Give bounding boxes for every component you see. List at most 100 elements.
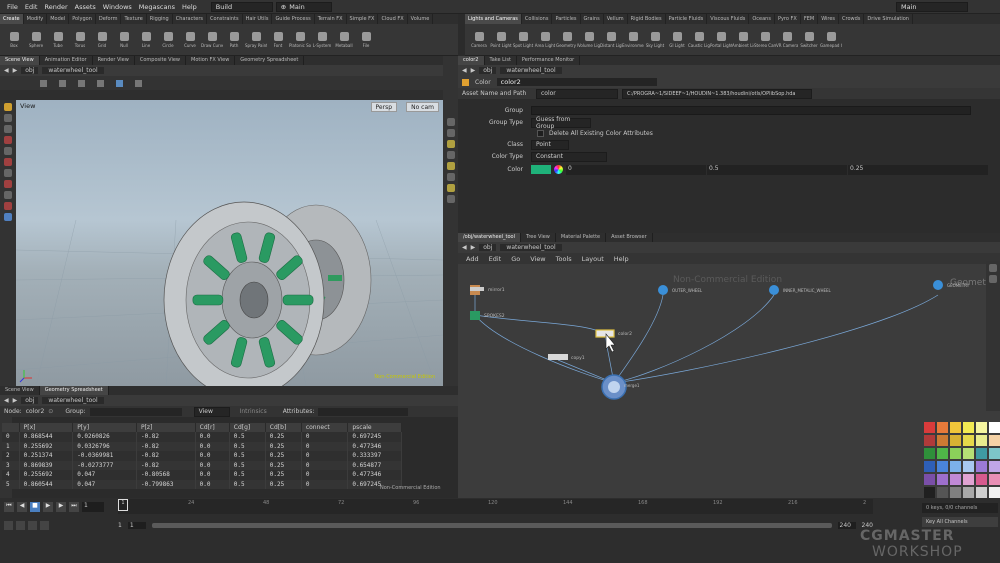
shelf-tab-3[interactable]: Polygon [69,14,96,24]
viewport-tab-2[interactable]: Render View [93,56,135,65]
shelf-tab-4[interactable]: Deform [96,14,122,24]
palette-swatch[interactable] [924,448,935,459]
global-anim-icon[interactable] [40,521,49,530]
shelf-tool-4[interactable]: Geometry Light [556,32,578,48]
toolbar-icon-3[interactable] [78,79,85,87]
palette-swatch[interactable] [976,474,987,485]
palette-swatch[interactable] [937,474,948,485]
viewport-tab-4[interactable]: Motion FX View [186,56,236,65]
color-type-menu[interactable]: Constant [531,151,607,162]
palette-swatch[interactable] [963,474,974,485]
tab-material-palette[interactable]: Material Palette [556,233,607,242]
net-menu-view[interactable]: View [530,255,545,263]
view-tool-icon[interactable] [4,169,12,177]
shelf-tool-15[interactable]: Metaball [333,32,355,48]
menu-edit[interactable]: Edit [25,3,38,11]
tab-scene-view[interactable]: Scene View [0,386,40,395]
play-icon[interactable]: ▶ [43,502,53,512]
forward-icon[interactable]: ▶ [471,67,476,74]
shelf-tool-8[interactable]: Curve [179,32,201,48]
menu-assets[interactable]: Assets [75,3,96,11]
step-back-icon[interactable]: ◀ [17,502,27,512]
shelf-tab-9[interactable]: Hair Utils [243,14,273,24]
palette-swatch[interactable] [989,487,1000,498]
shelf-tab-12[interactable]: Crowds [839,14,865,24]
obj-path[interactable]: obj [21,67,39,74]
toolbar-icon-5[interactable] [116,79,123,87]
obj-path[interactable]: obj [21,397,39,404]
palette-swatch[interactable] [963,461,974,472]
shelf-tool-7[interactable]: Circle [157,32,179,48]
table-row[interactable]: 5 0.860544 0.047 -0.799863 0.0 0.5 0.25 0 0.6972… [2,479,402,489]
column-header[interactable]: Cd[r] [195,423,230,432]
loop-icon[interactable] [28,521,37,530]
palette-swatch[interactable] [989,461,1000,472]
handle-tool-icon[interactable] [4,147,12,155]
shelf-tool-12[interactable]: Ambient Light [732,32,754,48]
shelf-tab-13[interactable]: Drive Simulation [864,14,913,24]
shelf-tool-0[interactable]: Camera [468,32,490,48]
back-icon[interactable]: ◀ [4,67,9,74]
palette-swatch[interactable] [924,435,935,446]
node-outer-wheel[interactable]: OUTER_WHEEL [658,285,703,295]
shelf-tool-2[interactable]: Tube [47,32,69,48]
palette-swatch[interactable] [989,422,1000,433]
table-row[interactable]: 3 0.869839 -0.0273777 -0.82 0.0 0.5 0.25 0 0.654… [2,460,402,470]
net-menu-go[interactable]: Go [511,255,520,263]
display-option-icon-7[interactable] [446,184,455,192]
toolbar-icon-1[interactable] [40,79,47,87]
palette-swatch[interactable] [989,474,1000,485]
shelf-tool-12[interactable]: Font [267,32,289,48]
shelf-tool-1[interactable]: Point Light [490,32,512,48]
shelf-tool-7[interactable]: Environment Light [622,32,644,48]
display-option-icon-6[interactable] [446,173,455,181]
color-g-field[interactable]: 0.5 [707,164,847,175]
color-palette[interactable] [923,421,1000,498]
shelf-tool-16[interactable]: File [355,32,377,48]
shelf-tool-6[interactable]: Line [135,32,157,48]
display-option-icon-4[interactable] [446,151,455,159]
menu-render[interactable]: Render [44,3,67,11]
table-row[interactable]: 0 0.868544 0.0260826 -0.82 0.0 0.5 0.25 0 0.6972… [2,432,402,442]
shelf-tab-11[interactable]: Wires [818,14,840,24]
palette-swatch[interactable] [989,448,1000,459]
shelf-tab-7[interactable]: Viscous Fluids [707,14,750,24]
node-path[interactable]: waterwheel_tool [500,67,562,74]
toolbar-icon-6[interactable] [135,79,142,87]
pose-tool-icon[interactable] [4,158,12,166]
palette-swatch[interactable] [950,422,961,433]
shelf-tool-10[interactable]: Caustic Light [688,32,710,48]
jump-start-icon[interactable]: ⏮ [4,502,14,512]
asset-name-field[interactable]: color [536,88,618,99]
column-header[interactable]: Cd[b] [265,423,302,432]
range-start-field[interactable]: 1 [118,522,122,529]
viewport-tab-3[interactable]: Composite View [135,56,186,65]
node-path[interactable]: waterwheel_tool [42,397,104,404]
shelf-tool-1[interactable]: Sphere [25,32,47,48]
shelf-tab-5[interactable]: Rigid Bodies [628,14,666,24]
palette-swatch[interactable] [963,448,974,459]
shelf-tool-9[interactable]: GI Light [666,32,688,48]
current-frame-field[interactable]: 1 [82,502,104,512]
node-mirror1[interactable]: mirror1 [470,285,505,295]
palette-swatch[interactable] [950,474,961,485]
group-type-menu[interactable]: Guess from Group [531,116,591,130]
realtime-icon[interactable] [4,521,13,530]
shelf-tool-13[interactable]: Stereo Camera [754,32,776,48]
color-b-field[interactable]: 0.25 [848,164,988,175]
node-field[interactable]: color2 [26,408,45,415]
snap-icon[interactable] [4,180,12,188]
node-color2[interactable]: color2 [595,329,632,338]
step-forward-icon[interactable]: ▶ [56,502,66,512]
pin-icon[interactable]: ⊙ [48,408,53,415]
shelf-tab-1[interactable]: Collisions [522,14,553,24]
shelf-tab-8[interactable]: Constraints [207,14,243,24]
view-menu[interactable]: View [193,406,230,417]
toolbar-icon-2[interactable] [59,79,66,87]
shelf-tab-4[interactable]: Vellum [604,14,628,24]
shelf-tab-8[interactable]: Oceans [749,14,775,24]
node-path[interactable]: waterwheel_tool [500,244,562,251]
palette-swatch[interactable] [937,448,948,459]
node-inner-metalic-wheel[interactable]: INNER_METALIC_WHEEL [769,285,832,295]
shelf-tool-14[interactable]: L-System [311,32,333,48]
